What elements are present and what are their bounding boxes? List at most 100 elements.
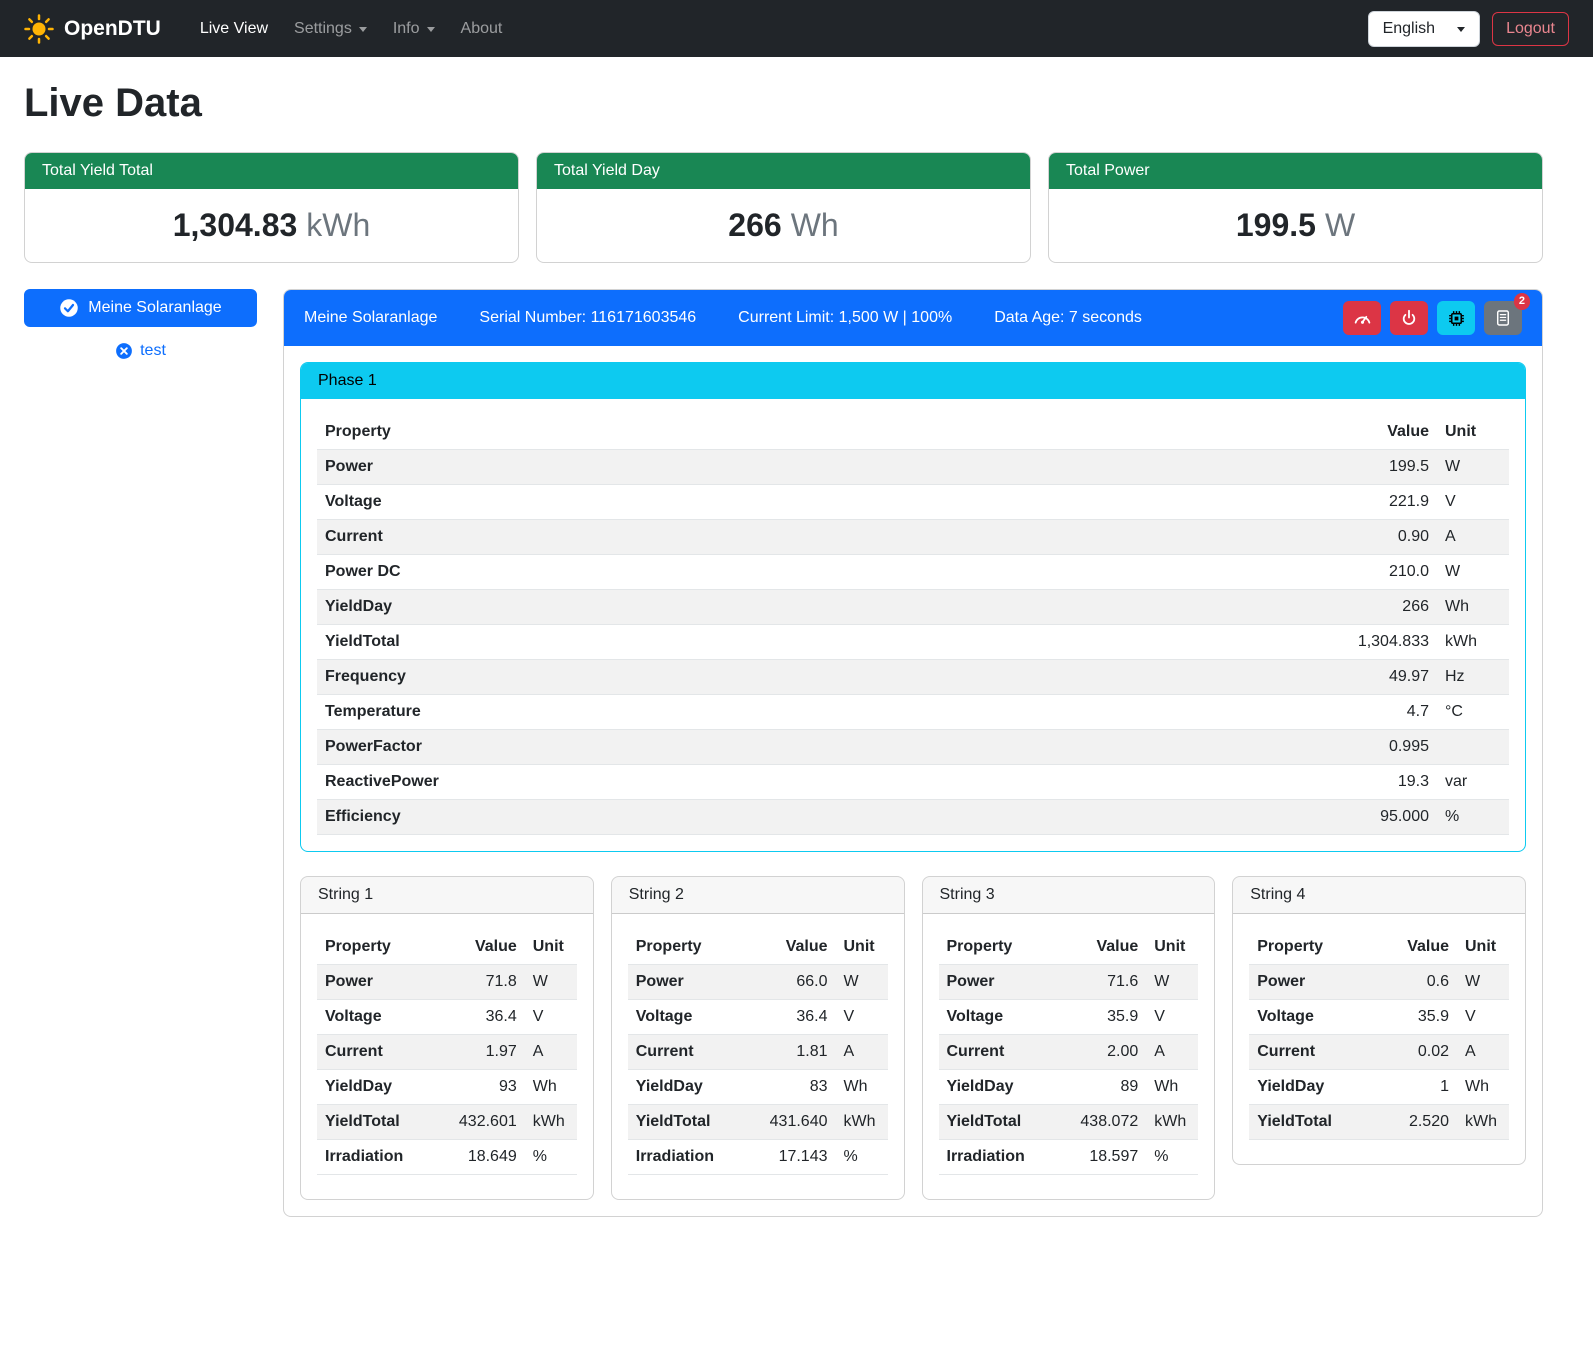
summary-card-title: Total Yield Day	[537, 153, 1030, 189]
property-name: Irradiation	[628, 1140, 750, 1175]
inverter-serial: Serial Number: 116171603546	[479, 309, 696, 327]
property-name: YieldTotal	[628, 1105, 750, 1140]
logout-button[interactable]: Logout	[1492, 12, 1569, 46]
property-value: 1.97	[439, 1035, 525, 1070]
string-card-4: String 4 Property Value Unit	[1232, 876, 1526, 1165]
table-row: Current 2.00 A	[939, 1035, 1199, 1070]
brand[interactable]: OpenDTU	[24, 14, 161, 44]
table-row: Voltage 221.9 V	[317, 485, 1509, 520]
property-unit: var	[1437, 765, 1509, 800]
string-card-title: String 2	[612, 877, 904, 914]
property-unit: °C	[1437, 695, 1509, 730]
table-row: Power 71.6 W	[939, 965, 1199, 1000]
table-row: Irradiation 17.143 %	[628, 1140, 888, 1175]
language-selected-label: English	[1383, 20, 1435, 38]
property-name: Current	[628, 1035, 750, 1070]
property-unit: %	[836, 1140, 888, 1175]
table-header-row: Property Value Unit	[939, 930, 1199, 965]
nav-item-live-view[interactable]: Live View	[187, 12, 281, 46]
table-header-row: Property Value Unit	[1249, 930, 1509, 965]
property-value: 19.3	[1307, 765, 1437, 800]
limit-settings-button[interactable]	[1343, 301, 1381, 335]
property-value: 0.02	[1371, 1035, 1457, 1070]
property-value: 89	[1060, 1070, 1146, 1105]
table-row: Power DC 210.0 W	[317, 555, 1509, 590]
property-name: Power	[939, 965, 1061, 1000]
table-row: YieldTotal 431.640 kWh	[628, 1105, 888, 1140]
table-header-row: Property Value Unit	[317, 415, 1509, 450]
property-unit: W	[836, 965, 888, 1000]
navbar-right: English Logout	[1368, 11, 1569, 47]
journal-icon	[1494, 309, 1512, 327]
inverter-select-button-meine-solaranlage[interactable]: Meine Solaranlage	[24, 289, 257, 327]
nav-item-info[interactable]: Info	[380, 12, 448, 46]
table-row: Current 1.97 A	[317, 1035, 577, 1070]
property-name: Voltage	[939, 1000, 1061, 1035]
property-unit: V	[1146, 1000, 1198, 1035]
nav-item-label: Info	[393, 20, 420, 38]
property-value: 93	[439, 1070, 525, 1105]
column-header-property: Property	[939, 930, 1061, 965]
property-name: Power	[317, 450, 1307, 485]
table-row: YieldDay 89 Wh	[939, 1070, 1199, 1105]
summary-card-value: 1,304.83	[173, 207, 298, 243]
property-unit: W	[1457, 965, 1509, 1000]
column-header-value: Value	[750, 930, 836, 965]
table-row: Efficiency 95.000 %	[317, 800, 1509, 835]
property-value: 4.7	[1307, 695, 1437, 730]
property-unit: A	[836, 1035, 888, 1070]
table-row: YieldDay 93 Wh	[317, 1070, 577, 1105]
table-row: YieldTotal 432.601 kWh	[317, 1105, 577, 1140]
property-value: 266	[1307, 590, 1437, 625]
property-value: 18.649	[439, 1140, 525, 1175]
property-unit: kWh	[525, 1105, 577, 1140]
property-unit: Wh	[836, 1070, 888, 1105]
table-row: Power 66.0 W	[628, 965, 888, 1000]
nav-item-settings[interactable]: Settings	[281, 12, 380, 46]
property-unit: kWh	[1457, 1105, 1509, 1140]
property-unit: Hz	[1437, 660, 1509, 695]
property-name: Current	[317, 1035, 439, 1070]
power-button[interactable]	[1390, 301, 1428, 335]
column-header-unit: Unit	[1146, 930, 1198, 965]
device-info-button[interactable]	[1437, 301, 1475, 335]
inverter-select-link-test[interactable]: test	[24, 342, 257, 360]
property-unit: Wh	[1457, 1070, 1509, 1105]
table-row: Voltage 35.9 V	[939, 1000, 1199, 1035]
x-circle-icon	[115, 342, 133, 360]
inverter-actions: 2	[1343, 301, 1522, 335]
table-row: Current 0.02 A	[1249, 1035, 1509, 1070]
property-value: 221.9	[1307, 485, 1437, 520]
nav-item-label: About	[461, 20, 503, 38]
language-select[interactable]: English	[1368, 11, 1480, 47]
table-row: YieldDay 83 Wh	[628, 1070, 888, 1105]
column-header-unit: Unit	[525, 930, 577, 965]
string-card-title: String 4	[1233, 877, 1525, 914]
property-unit: kWh	[1146, 1105, 1198, 1140]
property-value: 0.6	[1371, 965, 1457, 1000]
property-name: Voltage	[317, 485, 1307, 520]
property-name: Voltage	[628, 1000, 750, 1035]
string-card-title: String 1	[301, 877, 593, 914]
string-table: Property Value Unit Power 71.6	[939, 930, 1199, 1175]
event-log-button[interactable]: 2	[1484, 301, 1522, 335]
property-name: PowerFactor	[317, 730, 1307, 765]
column-header-value: Value	[1060, 930, 1146, 965]
table-row: Power 199.5 W	[317, 450, 1509, 485]
table-header-row: Property Value Unit	[317, 930, 577, 965]
table-row: Power 71.8 W	[317, 965, 577, 1000]
table-row: Voltage 35.9 V	[1249, 1000, 1509, 1035]
property-name: Current	[317, 520, 1307, 555]
table-row: Irradiation 18.649 %	[317, 1140, 577, 1175]
property-name: Irradiation	[939, 1140, 1061, 1175]
summary-card-unit: Wh	[791, 207, 839, 243]
nav-item-about[interactable]: About	[448, 12, 516, 46]
property-unit	[1437, 730, 1509, 765]
property-name: Efficiency	[317, 800, 1307, 835]
string-card-3: String 3 Property Value Unit	[922, 876, 1216, 1200]
table-row: YieldTotal 438.072 kWh	[939, 1105, 1199, 1140]
property-value: 2.520	[1371, 1105, 1457, 1140]
table-row: Voltage 36.4 V	[628, 1000, 888, 1035]
summary-card-title: Total Yield Total	[25, 153, 518, 189]
property-unit: %	[1146, 1140, 1198, 1175]
